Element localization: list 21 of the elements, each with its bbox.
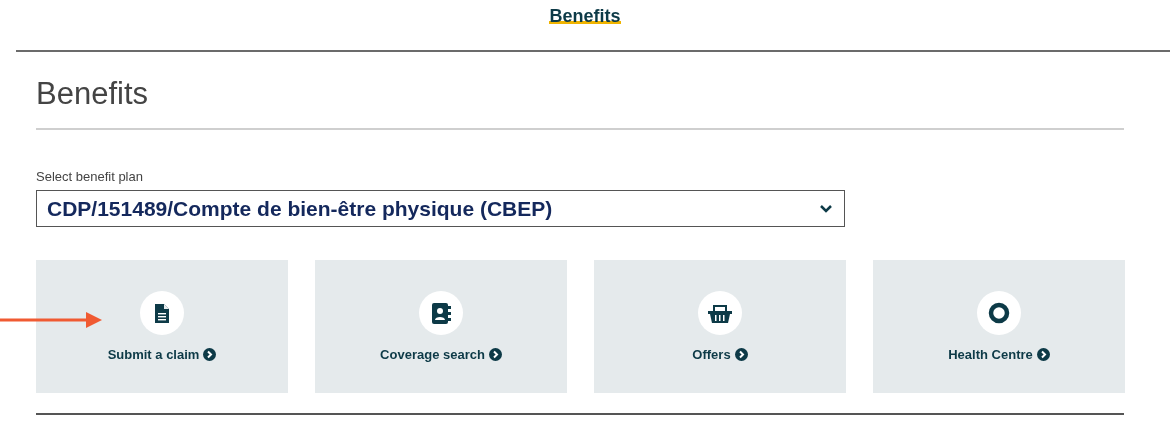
basket-icon [708, 303, 732, 323]
field-label: Select benefit plan [36, 169, 144, 184]
tile-card[interactable]: Submit a claim [36, 260, 288, 393]
chevron-down-icon [820, 204, 832, 213]
tile-label: Submit a claim [107, 347, 200, 362]
contact-book-icon [431, 302, 451, 324]
plan-dropdown[interactable]: CDP/151489/Compte de bien-être physique (CBEP) [36, 190, 845, 227]
tile-label: Coverage search [380, 347, 485, 362]
nav-tab[interactable]: Benefits [549, 0, 621, 24]
document-icon [154, 303, 170, 323]
tile-card[interactable]: Coverage search [315, 260, 567, 393]
tile-card[interactable]: Offers [594, 260, 846, 393]
chevron-circle-icon [488, 348, 502, 361]
chevron-circle-icon [734, 348, 748, 361]
chevron-circle-icon [203, 348, 217, 361]
tile-label: Health Centre [948, 347, 1033, 362]
chevron-circle-icon [1036, 348, 1050, 361]
ring-icon [988, 302, 1010, 324]
page-title: Benefits [36, 75, 149, 113]
tile-card[interactable]: Health Centre [873, 260, 1125, 393]
tile-label: Offers [692, 347, 731, 362]
